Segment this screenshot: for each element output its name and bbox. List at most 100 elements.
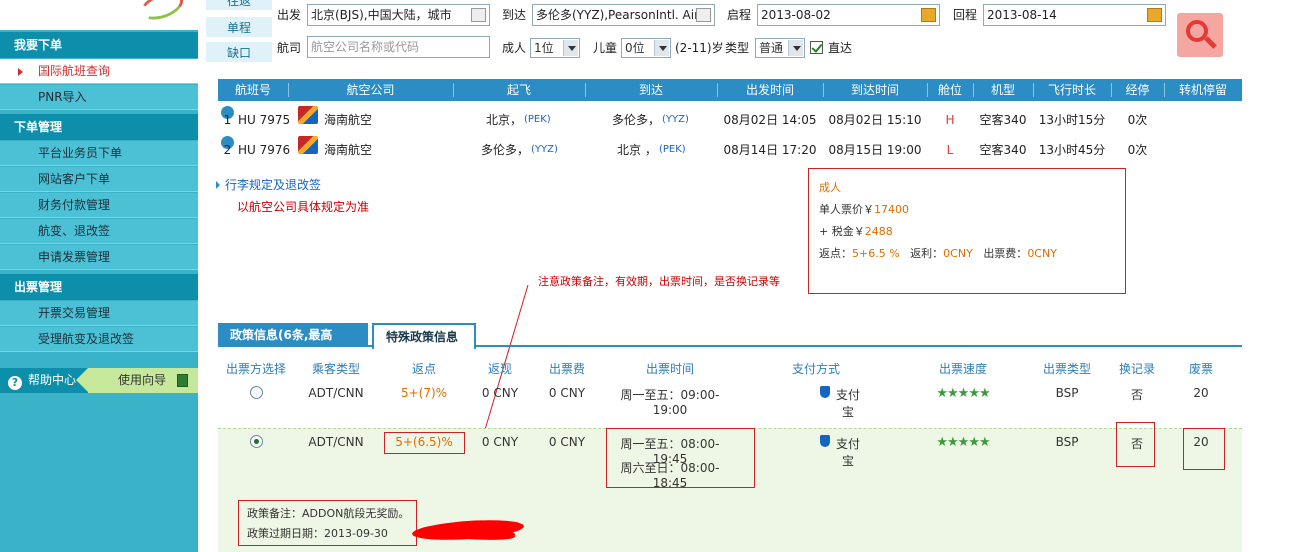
return-date-field[interactable]: 2013-08-14 bbox=[983, 4, 1166, 26]
arrive-field[interactable]: 多伦多(YYZ),PearsonIntl. Air bbox=[532, 4, 715, 26]
arr-time: 08月15日 19:00 bbox=[828, 143, 922, 157]
stops: 0次 bbox=[1127, 113, 1148, 127]
col-payment: 支付方式 bbox=[791, 362, 840, 376]
sidebar-item-flight-change[interactable]: 航变、退改签 bbox=[0, 219, 198, 244]
policy-expiry: 政策过期日期：2013-09-30 bbox=[247, 527, 388, 540]
baggage-rules-link[interactable]: 行李规定及退改签 bbox=[216, 176, 321, 193]
calendar-icon[interactable] bbox=[921, 8, 936, 22]
direct-checkbox[interactable] bbox=[810, 41, 823, 54]
arrive-city: 北京 ， bbox=[617, 143, 657, 157]
speed-stars: ★★★★★ bbox=[936, 435, 990, 450]
calendar-icon[interactable] bbox=[471, 8, 486, 22]
adult-label: 成人 bbox=[502, 41, 527, 55]
child-label: 儿童 bbox=[593, 41, 618, 55]
highlight-ticket-time bbox=[606, 428, 755, 488]
sidebar: 我要下单 国际航班查询 PNR导入 下单管理 平台业务员下单 网站客户下单 财务… bbox=[0, 0, 198, 552]
depart-city: 多伦多， bbox=[481, 143, 530, 157]
section-title-ticketing: 出票管理 bbox=[0, 274, 198, 300]
tab-special-policy[interactable]: 特殊政策信息 bbox=[372, 323, 476, 349]
policy-row: ADT/CNN 5+(7)% 0 CNY 0 CNY 周一至五：09:00-19… bbox=[218, 386, 1242, 419]
tab-policy-info[interactable]: 政策信息(6条,最高3%) bbox=[218, 323, 368, 366]
depart-field[interactable]: 北京(BJS),中国大陆，城市 bbox=[307, 4, 490, 26]
payment-alipay: 支付宝 bbox=[788, 386, 864, 419]
direct-label: 直达 bbox=[828, 41, 853, 55]
airline-input[interactable]: 航空公司名称或代码 bbox=[307, 36, 490, 58]
calendar-icon[interactable] bbox=[1147, 8, 1162, 22]
child-age-note: (2-11)岁 bbox=[675, 41, 724, 55]
help-center-link[interactable]: ? 帮助中心 bbox=[8, 368, 76, 393]
policy-table-header: 出票方选择 乘客类型 返点 返现 出票费 出票时间 支付方式 出票速度 出票类型… bbox=[218, 360, 1242, 380]
payment-alipay: 支付宝 bbox=[788, 435, 864, 468]
highlight-change-record bbox=[1116, 422, 1155, 467]
duration: 13小时15分 bbox=[1038, 113, 1106, 127]
tab-one-way[interactable]: 单程 bbox=[206, 17, 272, 39]
stops: 0次 bbox=[1127, 143, 1148, 157]
ticket-type-value: BSP bbox=[1055, 435, 1079, 449]
help-bar: ? 帮助中心 使用向导 bbox=[0, 368, 198, 393]
sidebar-item-accept-change[interactable]: 受理航变及退改签 bbox=[0, 327, 198, 352]
col-airline: 航空公司 bbox=[346, 83, 395, 97]
cabin-class: H bbox=[945, 113, 955, 127]
issuer-radio[interactable] bbox=[250, 435, 263, 448]
sidebar-item-ticketing-trade[interactable]: 开票交易管理 bbox=[0, 301, 198, 326]
airline-label: 航司 bbox=[277, 41, 302, 55]
ticket-price: 单人票价￥17400 bbox=[819, 203, 909, 216]
question-icon: ? bbox=[8, 376, 22, 390]
flight-table-header: 航班号 航空公司 起飞 到达 出发时间 到达时间 舱位 机型 飞行时长 经停 转… bbox=[218, 79, 1242, 101]
sidebar-item-web-customer-order[interactable]: 网站客户下单 bbox=[0, 167, 198, 192]
calendar-icon[interactable] bbox=[696, 8, 711, 22]
depart-label: 出发 bbox=[277, 8, 302, 22]
chevron-down-icon bbox=[654, 40, 669, 56]
col-pax-type: 乘客类型 bbox=[311, 362, 360, 376]
col-change-record: 换记录 bbox=[1118, 362, 1155, 376]
sidebar-item-pnr-import[interactable]: PNR导入 bbox=[0, 85, 198, 110]
col-depart: 起飞 bbox=[506, 83, 531, 97]
airline-name: 海南航空 bbox=[324, 113, 373, 127]
col-arrive: 到达 bbox=[638, 83, 663, 97]
arrow-right-icon bbox=[18, 68, 23, 76]
depart-code: (YYZ) bbox=[531, 144, 558, 155]
price-pax-type: 成人 bbox=[819, 181, 841, 194]
adult-select[interactable]: 1位 bbox=[530, 38, 580, 58]
user-guide-link[interactable]: 使用向导 bbox=[76, 368, 198, 393]
pax-type: ADT/CNN bbox=[308, 386, 364, 400]
flight-number: HU 7975 bbox=[238, 113, 291, 127]
col-cabin: 舱位 bbox=[937, 83, 962, 97]
rules-note: 以航空公司具体规定为准 bbox=[237, 200, 370, 214]
airline-logo-icon bbox=[298, 136, 318, 154]
arrive-code: (PEK) bbox=[659, 144, 686, 155]
duration: 13小时45分 bbox=[1038, 143, 1106, 157]
sidebar-item-invoice[interactable]: 申请发票管理 bbox=[0, 245, 198, 270]
return-date-label: 回程 bbox=[953, 8, 978, 22]
tab-open-jaw[interactable]: 缺口 bbox=[206, 42, 272, 64]
cabin-type-select[interactable]: 普通 bbox=[755, 38, 805, 58]
ticket-time-value: 周一至五：09:00-19:00 bbox=[620, 388, 720, 417]
sidebar-item-finance-payment[interactable]: 财务付款管理 bbox=[0, 193, 198, 218]
col-flight-no: 航班号 bbox=[234, 83, 271, 97]
arr-time: 08月02日 15:10 bbox=[828, 113, 922, 127]
chevron-down-icon bbox=[788, 40, 803, 56]
col-issuer-select: 出票方选择 bbox=[225, 362, 286, 376]
child-select[interactable]: 0位 bbox=[621, 38, 671, 58]
col-transfer: 转机停留 bbox=[1178, 83, 1227, 97]
flight-number: HU 7976 bbox=[238, 143, 291, 157]
airline-logo-icon bbox=[298, 106, 318, 124]
start-date-field[interactable]: 2013-08-02 bbox=[757, 4, 940, 26]
col-duration: 飞行时长 bbox=[1047, 83, 1096, 97]
segment-number: 2 bbox=[221, 136, 234, 157]
sidebar-item-agent-order[interactable]: 平台业务员下单 bbox=[0, 141, 198, 166]
tab-round-trip[interactable]: 往返 bbox=[206, 0, 272, 12]
cashback-value: 0 CNY bbox=[481, 435, 519, 449]
col-ticket-type: 出票类型 bbox=[1042, 362, 1091, 376]
cashback-value: 0 CNY bbox=[481, 386, 519, 400]
rebate-value: 5+(7)% bbox=[400, 386, 448, 400]
dep-time: 08月02日 14:05 bbox=[723, 113, 817, 127]
airline-name: 海南航空 bbox=[324, 143, 373, 157]
price-summary: 成人 单人票价￥17400 + 税金￥2488 返点：5+6.5 % 返利：0C… bbox=[808, 168, 1126, 294]
col-speed: 出票速度 bbox=[938, 362, 987, 376]
issuer-radio[interactable] bbox=[250, 386, 263, 399]
depart-city: 北京， bbox=[486, 113, 523, 127]
search-button[interactable] bbox=[1177, 13, 1223, 57]
sidebar-item-intl-flight-search[interactable]: 国际航班查询 bbox=[0, 59, 198, 84]
highlight-void bbox=[1183, 428, 1225, 470]
